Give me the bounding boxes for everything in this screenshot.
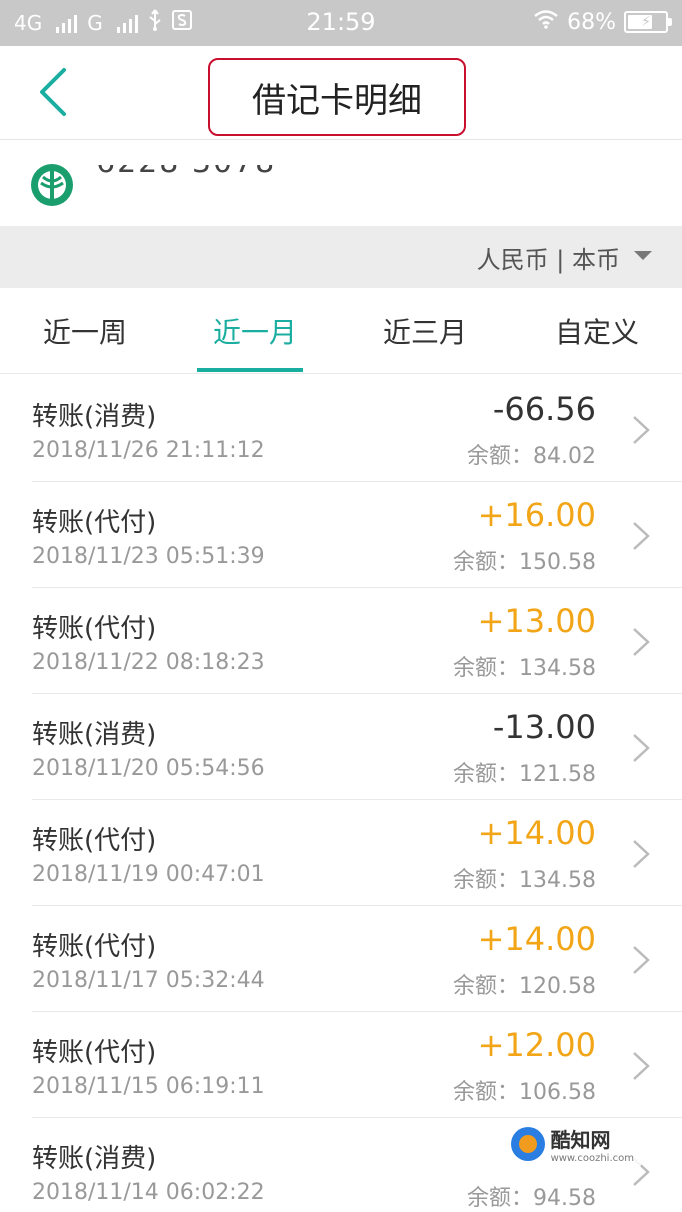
battery-percent: 68% — [567, 9, 616, 35]
charging-bolt-icon: ⚡ — [641, 14, 651, 30]
agricultural-bank-logo-icon — [31, 164, 73, 206]
card-number-text: 6228 3078 — [96, 165, 276, 185]
watermark-text: 酷知网 www.coozhi.com — [551, 1124, 634, 1164]
transaction-balance: 余额：106.58 — [453, 1080, 596, 1105]
currency-bar: 人民币 | 本币 — [0, 226, 682, 288]
transaction-row[interactable]: 转账(代付) 2018/11/15 06:19:11 +12.00 余额：106.58 — [32, 1012, 682, 1118]
transaction-date: 2018/11/20 05:54:56 — [32, 756, 265, 781]
watermark-url: www.coozhi.com — [550, 1153, 634, 1164]
transaction-date: 2018/11/15 06:19:11 — [32, 1074, 265, 1099]
watermark-name: 酷知网 — [550, 1128, 611, 1152]
transaction-row[interactable]: 转账(代付) 2018/11/17 05:32:44 +14.00 余额：120.58 — [32, 906, 682, 1012]
chevron-right-icon — [633, 522, 650, 550]
chevron-right-icon — [633, 1052, 650, 1080]
watermark-logo-icon — [510, 1127, 545, 1161]
chevron-right-icon — [633, 628, 650, 656]
tab-label: 近三月 — [382, 316, 467, 349]
currency-dropdown[interactable]: 人民币 | 本币 — [477, 240, 652, 275]
transaction-balance: 余额：150.58 — [453, 550, 596, 575]
active-tab-underline — [197, 368, 303, 372]
transaction-date: 2018/11/22 08:18:23 — [32, 650, 265, 675]
transaction-date: 2018/11/17 05:32:44 — [32, 968, 265, 993]
battery-icon: ⚡ — [624, 11, 672, 33]
transaction-amount: -13.00 — [492, 708, 596, 746]
transaction-type: 转账(代付) — [32, 932, 157, 962]
transaction-row[interactable]: 转账(消费) 2018/11/26 21:11:12 -66.56 余额：84.02 — [32, 376, 682, 482]
transaction-date: 2018/11/23 05:51:39 — [32, 544, 265, 569]
wifi-icon — [533, 9, 559, 35]
transaction-balance: 余额：134.58 — [453, 868, 596, 893]
transaction-row[interactable]: 转账(代付) 2018/11/19 00:47:01 +14.00 余额：134.58 — [32, 800, 682, 906]
transaction-balance: 余额：120.58 — [453, 974, 596, 999]
tab-2[interactable]: 近三月 — [350, 288, 500, 374]
transaction-type: 转账(代付) — [32, 614, 157, 644]
transaction-type: 转账(代付) — [32, 1038, 157, 1068]
tab-label: 自定义 — [554, 316, 639, 349]
transaction-type: 转账(消费) — [32, 1144, 157, 1174]
transaction-list: 转账(消费) 2018/11/26 21:11:12 -66.56 余额：84.02 转… — [0, 376, 682, 1212]
tab-1[interactable]: 近一月 — [180, 288, 330, 374]
tab-label: 近一周 — [42, 316, 127, 349]
transaction-balance: 余额：94.58 — [467, 1186, 596, 1211]
transaction-amount: +13.00 — [477, 602, 596, 640]
transaction-date: 2018/11/14 06:02:22 — [32, 1180, 265, 1205]
header: 借记卡明细 — [0, 46, 682, 140]
page-title: 借记卡明细 — [208, 58, 466, 136]
chevron-right-icon — [633, 946, 650, 974]
transaction-row[interactable]: 转账(代付) 2018/11/22 08:18:23 +13.00 余额：134.58 — [32, 588, 682, 694]
transaction-date: 2018/11/19 00:47:01 — [32, 862, 265, 887]
transaction-balance: 余额：121.58 — [453, 762, 596, 787]
card-info-row: 6228 3078 — [0, 141, 682, 226]
transaction-amount: +14.00 — [477, 920, 596, 958]
transaction-type: 转账(消费) — [32, 402, 157, 432]
card-number: 6228 3078 — [96, 165, 276, 187]
transaction-row[interactable]: 转账(消费) 2018/11/20 05:54:56 -13.00 余额：121.58 — [32, 694, 682, 800]
tab-0[interactable]: 近一周 — [10, 288, 160, 374]
caret-down-icon — [634, 251, 652, 260]
transaction-balance: 余额：84.02 — [467, 444, 596, 469]
transaction-date: 2018/11/26 21:11:12 — [32, 438, 265, 463]
chevron-right-icon — [633, 840, 650, 868]
transaction-amount: +16.00 — [477, 496, 596, 534]
transaction-amount: +14.00 — [477, 814, 596, 852]
watermark: 酷知网 www.coozhi.com — [502, 1120, 642, 1168]
status-right: 68% ⚡ — [533, 9, 672, 35]
chevron-right-icon — [633, 416, 650, 444]
transaction-type: 转账(代付) — [32, 508, 157, 538]
chevron-right-icon — [633, 734, 650, 762]
period-tabs: 近一周 近一月 近三月 自定义 — [0, 288, 682, 374]
status-bar: 4G G 21:59 68% ⚡ — [0, 0, 682, 46]
currency-label: 人民币 | 本币 — [476, 246, 620, 274]
tab-3[interactable]: 自定义 — [522, 288, 672, 374]
transaction-balance: 余额：134.58 — [453, 656, 596, 681]
transaction-type: 转账(消费) — [32, 720, 157, 750]
transaction-type: 转账(代付) — [32, 826, 157, 856]
transaction-amount: -66.56 — [492, 390, 596, 428]
transaction-row[interactable]: 转账(代付) 2018/11/23 05:51:39 +16.00 余额：150.58 — [32, 482, 682, 588]
transaction-amount: +12.00 — [477, 1026, 596, 1064]
chevron-left-icon — [40, 68, 66, 116]
tab-label: 近一月 — [212, 316, 297, 349]
back-button[interactable] — [30, 64, 80, 120]
